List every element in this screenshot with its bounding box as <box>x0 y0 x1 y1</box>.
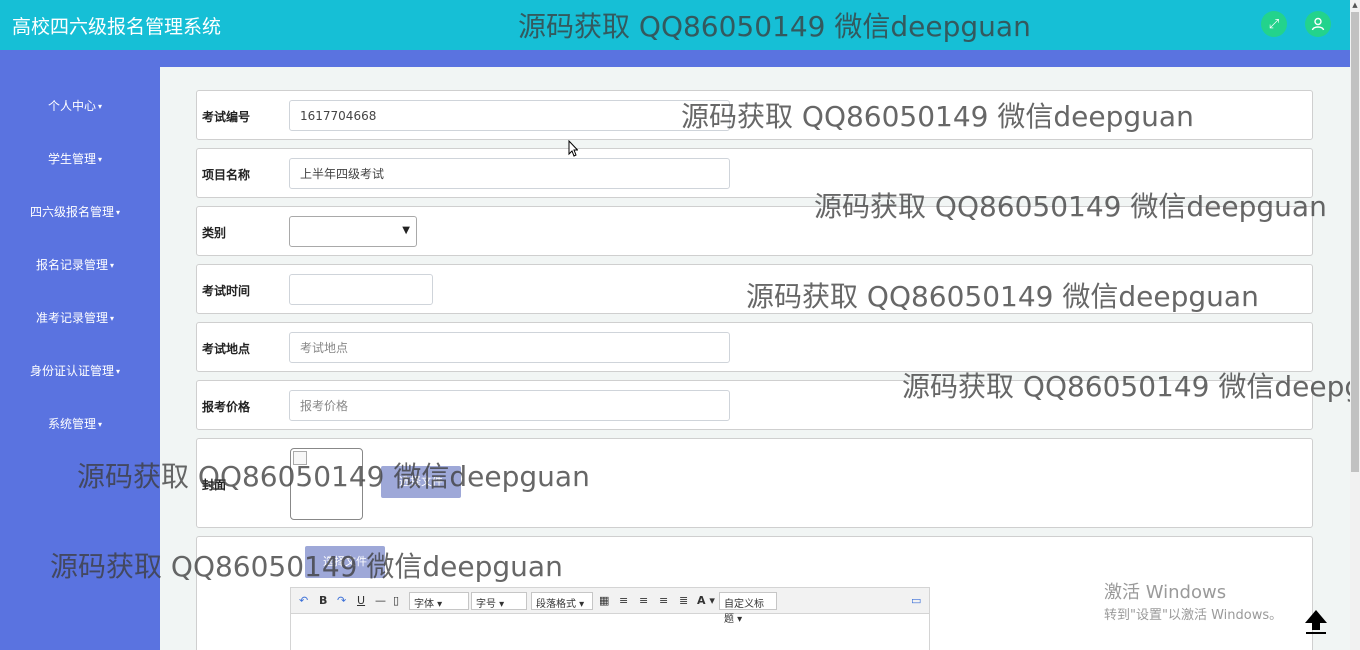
rich-text-editor[interactable]: ↶ B ↷ U — ▯ 字体 ▾ 字号 ▾ 段落格式 ▾ ▦ ≡ ≡ ≡ ≣ A… <box>290 587 930 650</box>
app-title: 高校四六级报名管理系统 <box>12 16 222 38</box>
expand-icon: ⤢ <box>1268 16 1280 32</box>
paragraph-format-dropdown[interactable]: 段落格式 ▾ <box>531 592 593 610</box>
bold-icon[interactable]: B <box>319 594 327 607</box>
exam-time-label: 考试时间 <box>202 284 251 298</box>
price-label: 报考价格 <box>202 400 251 414</box>
form-row-exam-time: 考试时间 <box>196 264 1313 314</box>
sidebar-item-label: 报名记录管理 <box>35 258 108 272</box>
caret-down-icon: ▾ <box>98 102 103 111</box>
document-icon[interactable]: ▯ <box>393 594 399 607</box>
sidebar-item-label: 四六级报名管理 <box>29 205 114 219</box>
form-row-project-name: 项目名称 上半年四级考试 <box>196 148 1313 198</box>
sidebar-item-personal-center[interactable]: 个人中心 ▾ <box>0 97 150 114</box>
sidebar: 个人中心 ▾ 学生管理 ▾ 四六级报名管理 ▾ 报名记录管理 ▾ 准考记录管理 ▾ 身份证… <box>0 50 160 650</box>
back-to-top-button[interactable] <box>1299 604 1333 638</box>
project-name-label: 项目名称 <box>202 168 251 182</box>
font-family-dropdown[interactable]: 字体 ▾ <box>409 592 469 610</box>
content-top-strip <box>160 50 1350 67</box>
detail-upload-button[interactable]: 选择文件 <box>305 546 385 578</box>
custom-heading-value: 自定义标题 <box>724 599 764 625</box>
caret-down-icon: ▾ <box>110 261 115 270</box>
sidebar-item-system[interactable]: 系统管理 ▾ <box>0 415 150 432</box>
chevron-down-icon: ▼ <box>402 225 410 236</box>
sidebar-item-cet-registration[interactable]: 四六级报名管理 ▾ <box>0 203 150 220</box>
caret-down-icon: ▾ <box>98 155 103 164</box>
windows-activation-title: 激活 Windows <box>1104 582 1227 603</box>
form-row-exam-no: 考试编号 1617704668 <box>196 90 1313 140</box>
sidebar-item-label: 准考记录管理 <box>35 311 108 325</box>
font-color-icon[interactable]: A ▾ <box>697 594 715 607</box>
sidebar-item-id-verification[interactable]: 身份证认证管理 ▾ <box>0 362 150 379</box>
table-icon[interactable]: ▦ <box>599 594 609 607</box>
paragraph-format-value: 段落格式 <box>536 599 576 610</box>
form-row-cover: 封面 选择文件 <box>196 438 1313 528</box>
font-family-value: 字体 <box>414 599 434 610</box>
arrow-up-icon <box>1305 610 1327 634</box>
scroll-up-icon[interactable]: ▲ <box>1350 0 1360 10</box>
sidebar-item-label: 系统管理 <box>47 417 96 431</box>
sidebar-item-label: 身份证认证管理 <box>29 364 114 378</box>
caret-down-icon: ▾ <box>110 314 115 323</box>
top-header: 高校四六级报名管理系统 ⤢ <box>0 0 1350 50</box>
price-input[interactable]: 报考价格 <box>289 390 730 421</box>
sidebar-item-label: 学生管理 <box>47 152 96 166</box>
fullscreen-button[interactable]: ⤢ <box>1261 11 1287 37</box>
mouse-cursor-icon <box>568 140 578 157</box>
align-left-icon[interactable]: ≡ <box>619 594 628 607</box>
font-size-value: 字号 <box>476 599 496 610</box>
sidebar-item-label: 个人中心 <box>47 99 96 113</box>
align-right-icon[interactable]: ≡ <box>659 594 668 607</box>
sidebar-item-admission-records[interactable]: 准考记录管理 ▾ <box>0 309 150 326</box>
underline-icon[interactable]: U <box>357 594 365 607</box>
project-name-input[interactable]: 上半年四级考试 <box>289 158 730 189</box>
caret-down-icon: ▾ <box>116 367 121 376</box>
preview-icon[interactable]: ▭ <box>911 594 921 607</box>
editor-toolbar: ↶ B ↷ U — ▯ 字体 ▾ 字号 ▾ 段落格式 ▾ ▦ ≡ ≡ ≡ ≣ A… <box>291 588 929 625</box>
scrollbar-thumb[interactable] <box>1351 12 1359 472</box>
user-icon <box>1311 17 1325 31</box>
redo-icon[interactable]: ↷ <box>337 594 346 607</box>
form-row-exam-location: 考试地点 考试地点 <box>196 322 1313 372</box>
form-row-category: 类别 ▼ <box>196 206 1313 256</box>
cover-upload-button[interactable]: 选择文件 <box>381 466 461 498</box>
page-scrollbar[interactable]: ▲ <box>1350 0 1360 650</box>
exam-time-input[interactable] <box>289 274 433 305</box>
horizontal-rule-icon[interactable]: — <box>375 594 386 607</box>
caret-down-icon: ▾ <box>116 208 121 217</box>
cover-preview <box>290 448 363 520</box>
font-size-dropdown[interactable]: 字号 ▾ <box>471 592 527 610</box>
exam-no-label: 考试编号 <box>202 110 251 124</box>
form-row-price: 报考价格 报考价格 <box>196 380 1313 430</box>
sidebar-item-registration-records[interactable]: 报名记录管理 ▾ <box>0 256 150 273</box>
category-label: 类别 <box>202 226 227 240</box>
exam-location-label: 考试地点 <box>202 342 251 356</box>
undo-icon[interactable]: ↶ <box>299 594 308 607</box>
exam-location-input[interactable]: 考试地点 <box>289 332 730 363</box>
user-button[interactable] <box>1305 11 1331 37</box>
cover-label: 封面 <box>202 478 227 492</box>
align-center-icon[interactable]: ≡ <box>639 594 648 607</box>
justify-icon[interactable]: ≣ <box>679 594 688 607</box>
broken-image-icon <box>293 451 307 465</box>
windows-activation-hint: 转到"设置"以激活 Windows。 <box>1104 608 1283 623</box>
custom-heading-dropdown[interactable]: 自定义标题 ▾ <box>719 592 777 625</box>
category-select[interactable]: ▼ <box>289 216 417 247</box>
exam-no-input[interactable]: 1617704668 <box>289 100 730 131</box>
sidebar-item-students[interactable]: 学生管理 ▾ <box>0 150 150 167</box>
caret-down-icon: ▾ <box>98 420 103 429</box>
